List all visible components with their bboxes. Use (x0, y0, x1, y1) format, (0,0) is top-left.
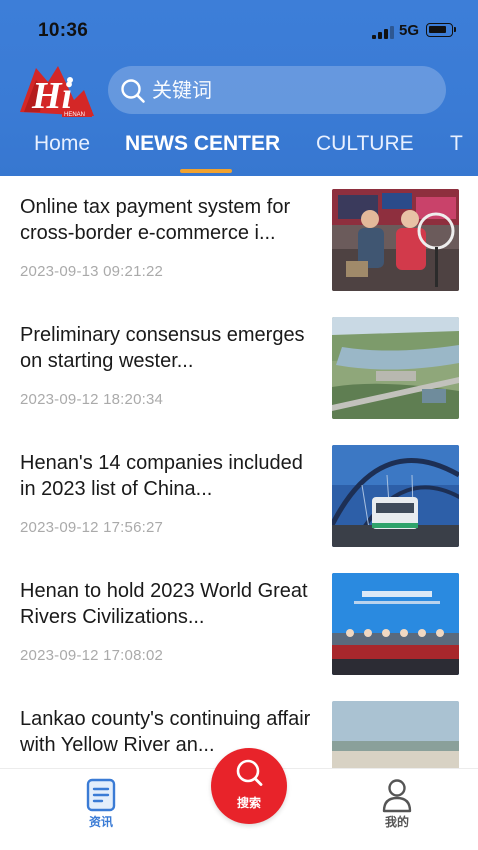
news-date: 2023-09-12 18:20:34 (20, 391, 164, 408)
category-tabs: Home NEWS CENTER CULTURE T (0, 112, 478, 176)
news-thumbnail (332, 445, 459, 547)
news-title: Henan to hold 2023 World Great Rivers Ci… (20, 580, 308, 628)
battery-icon (426, 23, 456, 37)
news-document-icon (86, 778, 116, 812)
status-time: 10:36 (38, 20, 89, 41)
status-bar: 10:36 5G (0, 0, 478, 60)
hi-henan-logo: Hi HENAN (18, 60, 96, 118)
tab-news-center[interactable]: NEWS CENTER (125, 132, 280, 156)
news-thumbnail (332, 317, 459, 419)
search-icon (236, 759, 263, 786)
search-fab-label: 搜索 (236, 796, 261, 810)
news-item[interactable]: Preliminary consensus emerges on startin… (0, 304, 478, 432)
app-header: 10:36 5G Hi HENAN Home NEWS CENTER CULTU… (0, 0, 478, 176)
tab-home[interactable]: Home (34, 132, 90, 156)
search-bar[interactable] (108, 66, 446, 114)
nav-me[interactable]: 我的 (357, 769, 437, 850)
news-item[interactable]: Henan's 14 companies included in 2023 li… (0, 432, 478, 560)
active-tab-indicator (180, 169, 232, 173)
nav-news[interactable]: 资讯 (61, 769, 141, 850)
news-title: Lankao county's continuing affair with Y… (20, 708, 311, 756)
news-thumbnail (332, 701, 459, 768)
news-title: Online tax payment system for cross-bord… (20, 196, 291, 244)
news-date: 2023-09-13 09:21:22 (20, 263, 164, 280)
search-icon (121, 79, 145, 103)
search-fab-button[interactable]: 搜索 (211, 748, 287, 824)
search-input[interactable] (152, 66, 432, 114)
news-item[interactable]: Online tax payment system for cross-bord… (0, 176, 478, 304)
news-item[interactable]: Henan to hold 2023 World Great Rivers Ci… (0, 560, 478, 688)
user-profile-icon (382, 779, 412, 813)
news-title: Henan's 14 companies included in 2023 li… (20, 452, 303, 500)
news-list: Online tax payment system for cross-bord… (0, 176, 478, 768)
news-date: 2023-09-12 17:08:02 (20, 647, 164, 664)
tab-next-truncated[interactable]: T (450, 132, 463, 156)
news-date: 2023-09-12 17:56:27 (20, 519, 164, 536)
tab-culture[interactable]: CULTURE (316, 132, 414, 156)
cellular-signal-icon (372, 26, 394, 39)
nav-news-label: 资讯 (88, 815, 113, 829)
nav-me-label: 我的 (384, 815, 409, 829)
news-thumbnail (332, 189, 459, 291)
news-title: Preliminary consensus emerges on startin… (20, 324, 305, 372)
news-thumbnail (332, 573, 459, 675)
network-type: 5G (399, 22, 420, 39)
